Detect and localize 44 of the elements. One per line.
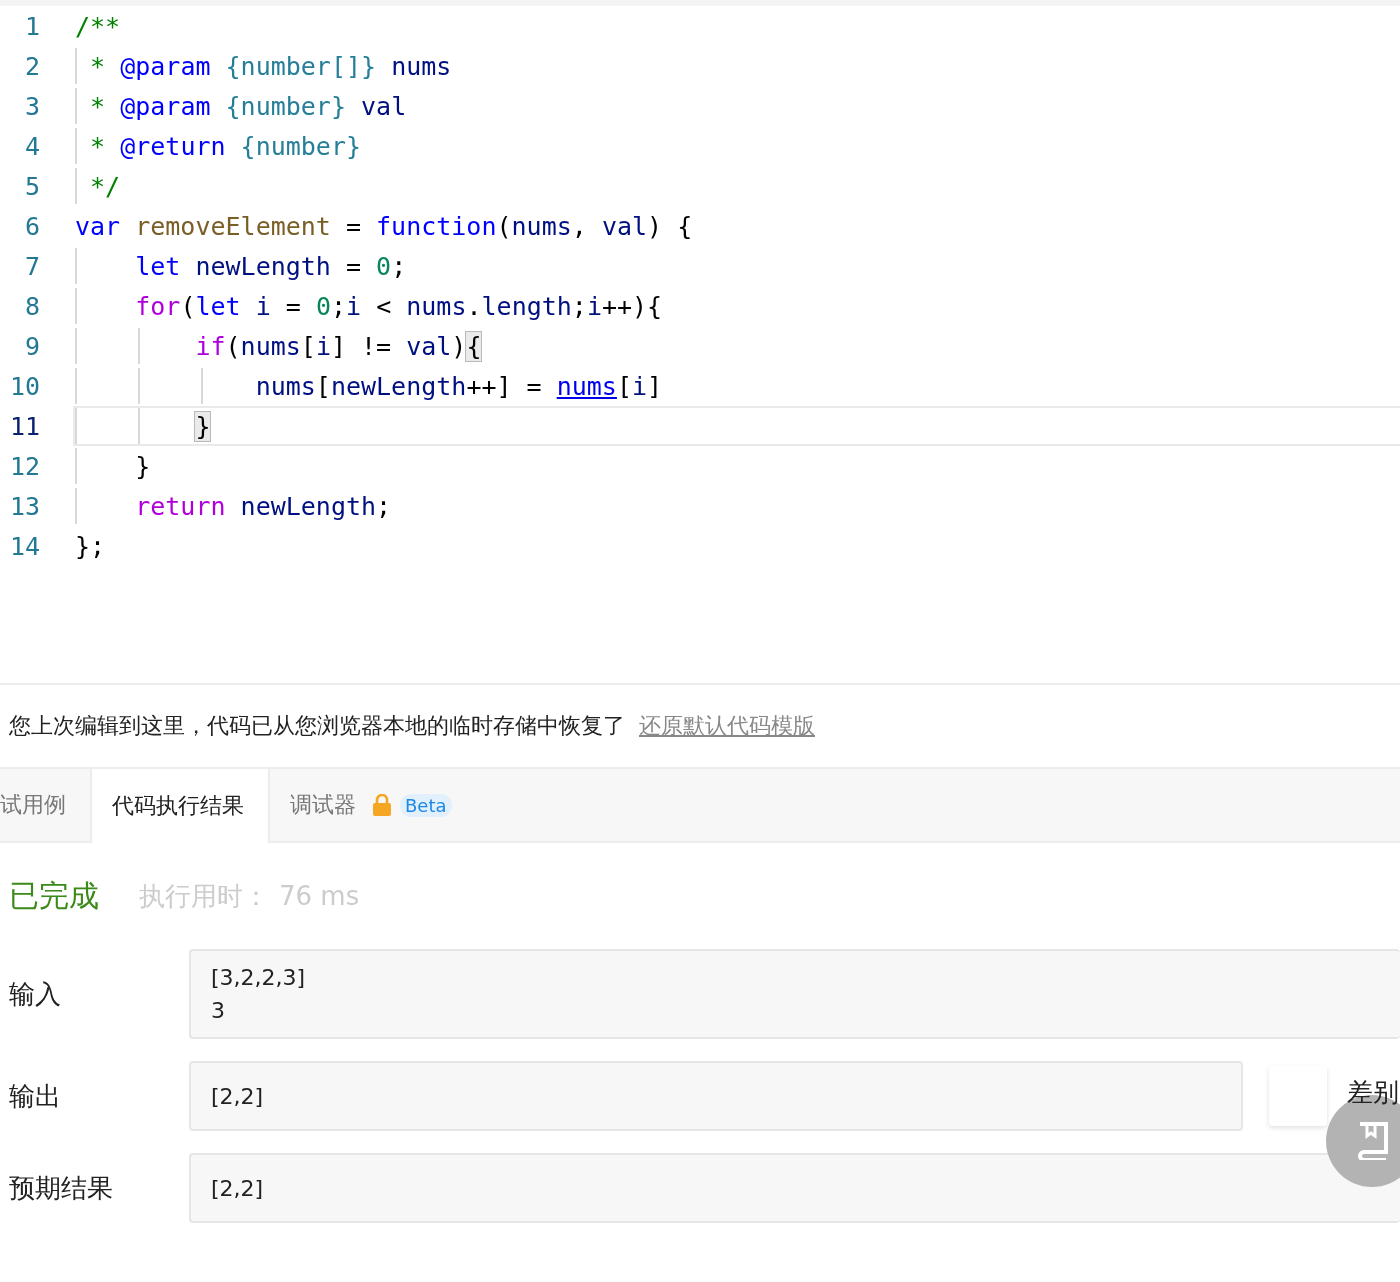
diff-toggle[interactable] <box>1269 1066 1327 1126</box>
code-line: } <box>134 451 151 481</box>
line-number: 5 <box>23 171 41 201</box>
line-number: 4 <box>23 131 41 161</box>
code-line: */ <box>89 171 121 201</box>
code-line: nums[newLength++] = nums[i] <box>254 371 663 401</box>
result-label: 输出 <box>9 1079 62 1113</box>
restore-default-link[interactable]: 还原默认代码模版 <box>639 711 815 741</box>
line-number: 8 <box>23 291 41 321</box>
result-value: [2,2] <box>211 1083 265 1109</box>
line-number: 14 <box>8 531 41 561</box>
restore-message: 您上次编辑到这里，代码已从您浏览器本地的临时存储中恢复了 <box>9 712 625 740</box>
tab[interactable]: 调试器 Beta <box>270 769 476 841</box>
result-value: 3 <box>211 998 226 1023</box>
line-number: 3 <box>23 91 41 121</box>
line-number: 2 <box>23 51 41 81</box>
line-number: 10 <box>8 371 41 401</box>
result-label: 输入 <box>9 977 62 1011</box>
line-number: 12 <box>8 451 41 481</box>
code-line: var removeElement = function(nums, val) { <box>75 211 693 241</box>
line-number: 6 <box>23 211 41 241</box>
line-number: 11 <box>8 411 41 441</box>
line-number: 7 <box>23 251 41 281</box>
line-number: 13 <box>8 491 41 521</box>
line-number: 9 <box>23 331 41 361</box>
line-number: 1 <box>23 11 41 41</box>
code-line: * @param {number[]} nums <box>89 51 452 81</box>
result-label: 预期结果 <box>9 1171 114 1205</box>
result-value: [2,2] <box>211 1175 265 1201</box>
code-line: let newLength = 0; <box>134 251 407 281</box>
tab[interactable]: 试用例 <box>0 769 90 841</box>
tab[interactable]: 代码执行结果 <box>90 769 270 843</box>
code-line: return newLength; <box>134 491 392 521</box>
beta-badge: Beta <box>400 793 452 817</box>
diff-label: 差别 <box>1347 1075 1399 1109</box>
code-line: * @param {number} val <box>89 91 407 121</box>
result-value: [3,2,2,3] <box>211 965 307 990</box>
code-line: /** <box>75 11 121 41</box>
code-line: }; <box>75 531 106 561</box>
status-label: 已完成 <box>9 876 99 915</box>
code-line: for(let i = 0;i < nums.length;i++){ <box>134 291 663 321</box>
code-line: * @return {number} <box>89 131 361 161</box>
code-line: if(nums[i] != val){ <box>194 331 482 361</box>
book-icon <box>1356 1122 1390 1160</box>
